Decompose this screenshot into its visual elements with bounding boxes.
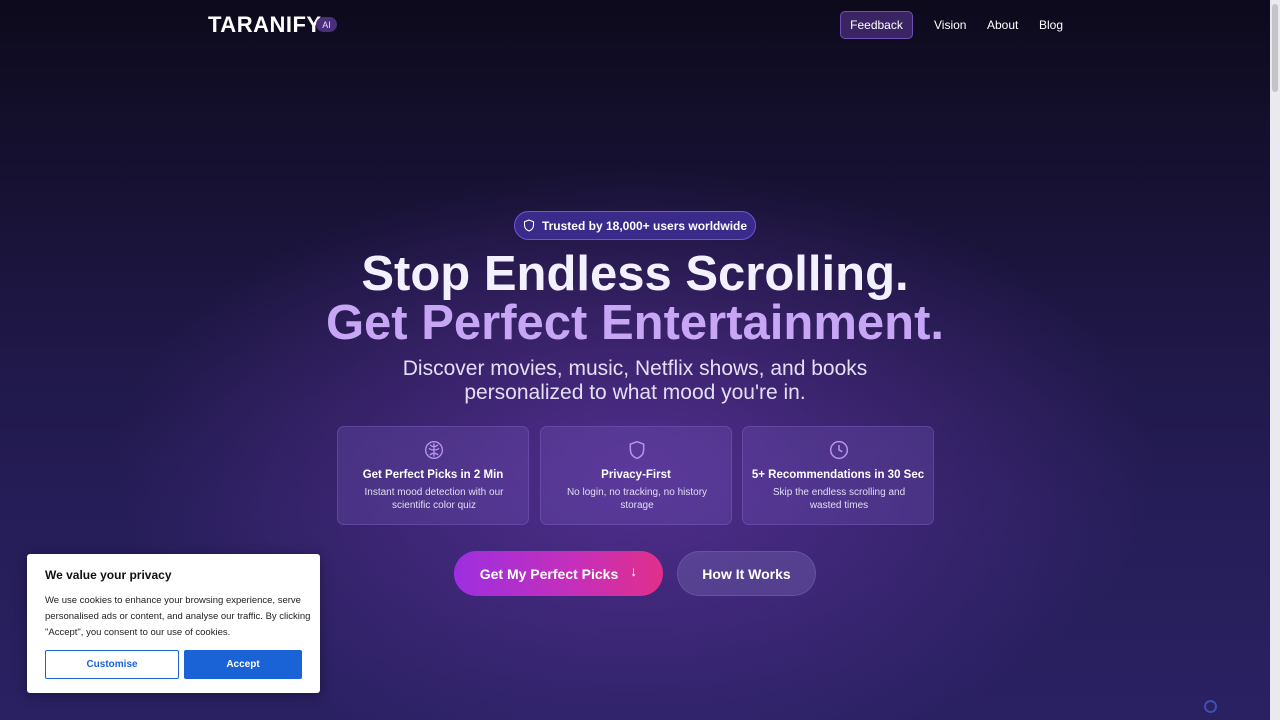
card-description: Instant mood detection with our scientif… xyxy=(364,487,504,511)
ai-badge: AI xyxy=(316,17,337,32)
customise-button[interactable]: Customise xyxy=(45,650,179,679)
arrow-down-icon: ↓ xyxy=(630,562,638,579)
feedback-button[interactable]: Feedback xyxy=(840,11,913,39)
cookie-title: We value your privacy xyxy=(45,568,172,582)
feature-card-speed: 5+ Recommendations in 30 Sec Skip the en… xyxy=(742,426,934,525)
cookie-consent-dialog: We value your privacy We use cookies to … xyxy=(27,554,320,693)
trust-text: Trusted by 18,000+ users worldwide xyxy=(541,218,748,233)
trust-badge: Trusted by 18,000+ users worldwide xyxy=(514,211,756,240)
clock-icon xyxy=(829,440,849,460)
scrollbar-thumb[interactable] xyxy=(1272,4,1278,92)
card-title: Get Perfect Picks in 2 Min xyxy=(362,469,504,481)
cta-label: Get My Perfect Picks xyxy=(479,565,619,582)
shield-icon xyxy=(523,219,535,232)
how-it-works-button[interactable]: How It Works xyxy=(677,551,816,596)
feature-card-quick-picks: Get Perfect Picks in 2 Min Instant mood … xyxy=(337,426,529,525)
corner-widget[interactable] xyxy=(1204,700,1217,713)
get-perfect-picks-button[interactable]: Get My Perfect Picks ↓ xyxy=(454,551,663,596)
cookie-text: We use cookies to enhance your browsing … xyxy=(45,595,311,638)
headline-line-1: Stop Endless Scrolling. xyxy=(361,247,909,301)
page-scrollbar[interactable] xyxy=(1270,0,1280,720)
shield-icon xyxy=(629,440,645,460)
subheadline-line-2: personalized to what mood you're in. xyxy=(464,381,806,404)
widget-icon xyxy=(1204,700,1217,713)
card-title: 5+ Recommendations in 30 Sec xyxy=(751,469,925,481)
card-description: Skip the endless scrolling and wasted ti… xyxy=(772,487,906,511)
site-logo[interactable]: TARANIFY xyxy=(208,12,322,38)
nav-link-about[interactable]: About xyxy=(987,18,1018,32)
nav-link-blog[interactable]: Blog xyxy=(1039,18,1063,32)
card-title: Privacy-First xyxy=(601,469,671,481)
feature-card-privacy: Privacy-First No login, no tracking, no … xyxy=(540,426,732,525)
card-description: No login, no tracking, no history storag… xyxy=(566,487,708,511)
accept-button[interactable]: Accept xyxy=(184,650,302,679)
top-navigation: TARANIFY AI Feedback Vision About Blog xyxy=(0,0,1270,50)
headline-line-2: Get Perfect Entertainment. xyxy=(325,296,945,350)
subheadline-line-1: Discover movies, music, Netflix shows, a… xyxy=(402,357,868,380)
brain-icon xyxy=(425,441,443,459)
nav-link-vision[interactable]: Vision xyxy=(934,18,966,32)
